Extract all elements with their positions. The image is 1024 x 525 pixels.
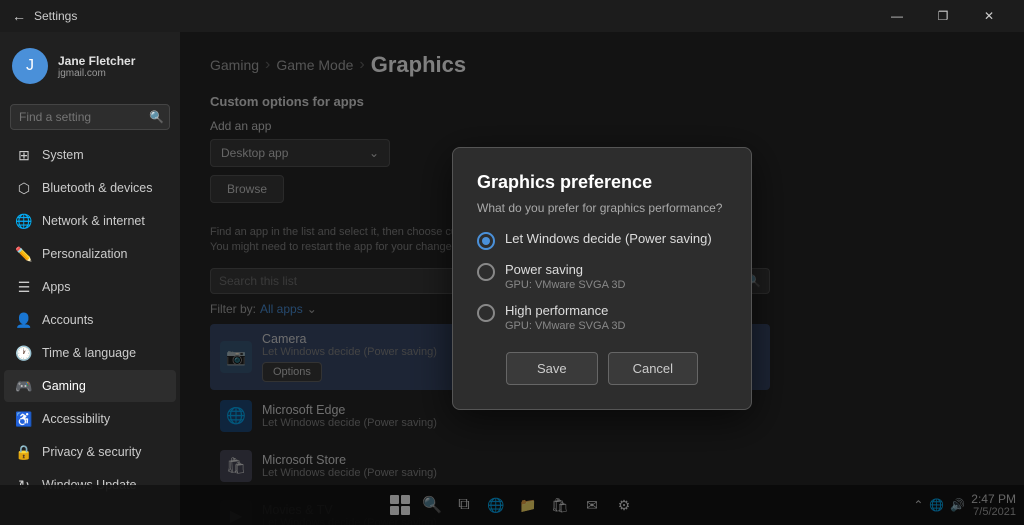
sidebar-item-label: Bluetooth & devices [42, 181, 153, 195]
radio-label-windows-decide: Let Windows decide (Power saving) [505, 231, 712, 246]
dialog-buttons: Save Cancel [477, 352, 727, 385]
close-button[interactable]: ✕ [966, 0, 1012, 32]
sidebar-item-privacy[interactable]: 🔒 Privacy & security [4, 436, 176, 468]
radio-label-high-performance: High performance GPU: VMware SVGA 3D [505, 303, 625, 332]
accessibility-icon: ♿ [16, 411, 32, 427]
sidebar-item-label: Privacy & security [42, 445, 141, 459]
radio-label-power-saving: Power saving GPU: VMware SVGA 3D [505, 262, 625, 291]
sidebar-item-label: System [42, 148, 84, 162]
sidebar-item-label: Accounts [42, 313, 93, 327]
content-area: Gaming › Game Mode › Graphics Custom opt… [180, 32, 1024, 525]
accounts-icon: 👤 [16, 312, 32, 328]
user-section: J Jane Fletcher jgmail.com [0, 32, 180, 100]
sidebar-item-label: Gaming [42, 379, 86, 393]
search-box[interactable]: 🔍 [10, 104, 170, 130]
sidebar-item-label: Accessibility [42, 412, 110, 426]
radio-circle-high-performance [477, 304, 495, 322]
sidebar-item-system[interactable]: ⊞ System [4, 139, 176, 171]
gaming-icon: 🎮 [16, 378, 32, 394]
radio-circle-power-saving [477, 263, 495, 281]
user-name: Jane Fletcher [58, 54, 135, 68]
sidebar-nav: ⊞ System ⬡ Bluetooth & devices 🌐 Network… [0, 138, 180, 502]
sidebar-item-bluetooth[interactable]: ⬡ Bluetooth & devices [4, 172, 176, 204]
titlebar-title: Settings [34, 9, 77, 23]
search-input[interactable] [10, 104, 170, 130]
sidebar-item-accounts[interactable]: 👤 Accounts [4, 304, 176, 336]
sidebar-item-label: Personalization [42, 247, 127, 261]
sidebar-item-time[interactable]: 🕐 Time & language [4, 337, 176, 369]
radio-option-windows-decide[interactable]: Let Windows decide (Power saving) [477, 231, 727, 250]
bluetooth-icon: ⬡ [16, 180, 32, 196]
titlebar: ← Settings — ❐ ✕ [0, 0, 1024, 32]
sidebar-item-network[interactable]: 🌐 Network & internet [4, 205, 176, 237]
app-container: J Jane Fletcher jgmail.com 🔍 ⊞ System ⬡ … [0, 32, 1024, 525]
user-info: Jane Fletcher jgmail.com [58, 54, 135, 79]
sidebar-item-accessibility[interactable]: ♿ Accessibility [4, 403, 176, 435]
apps-icon: ☰ [16, 279, 32, 295]
sidebar: J Jane Fletcher jgmail.com 🔍 ⊞ System ⬡ … [0, 32, 180, 525]
system-icon: ⊞ [16, 147, 32, 163]
sidebar-item-apps[interactable]: ☰ Apps [4, 271, 176, 303]
dialog-overlay: Graphics preference What do you prefer f… [180, 32, 1024, 525]
graphics-preference-dialog: Graphics preference What do you prefer f… [452, 147, 752, 410]
restore-button[interactable]: ❐ [920, 0, 966, 32]
radio-option-high-performance[interactable]: High performance GPU: VMware SVGA 3D [477, 303, 727, 332]
titlebar-left: ← Settings [12, 8, 77, 24]
privacy-icon: 🔒 [16, 444, 32, 460]
dialog-subtitle: What do you prefer for graphics performa… [477, 201, 727, 215]
user-email: jgmail.com [58, 68, 135, 79]
time-icon: 🕐 [16, 345, 32, 361]
radio-circle-windows-decide [477, 232, 495, 250]
cancel-button[interactable]: Cancel [608, 352, 698, 385]
sidebar-item-personalization[interactable]: ✏️ Personalization [4, 238, 176, 270]
avatar: J [12, 48, 48, 84]
save-button[interactable]: Save [506, 352, 598, 385]
dialog-title: Graphics preference [477, 172, 727, 193]
personalization-icon: ✏️ [16, 246, 32, 262]
sidebar-item-label: Network & internet [42, 214, 145, 228]
titlebar-controls: — ❐ ✕ [874, 0, 1012, 32]
back-icon[interactable]: ← [12, 8, 26, 24]
search-icon: 🔍 [149, 110, 164, 124]
radio-option-power-saving[interactable]: Power saving GPU: VMware SVGA 3D [477, 262, 727, 291]
sidebar-item-label: Time & language [42, 346, 136, 360]
minimize-button[interactable]: — [874, 0, 920, 32]
sidebar-item-label: Apps [42, 280, 71, 294]
sidebar-item-gaming[interactable]: 🎮 Gaming [4, 370, 176, 402]
network-icon: 🌐 [16, 213, 32, 229]
